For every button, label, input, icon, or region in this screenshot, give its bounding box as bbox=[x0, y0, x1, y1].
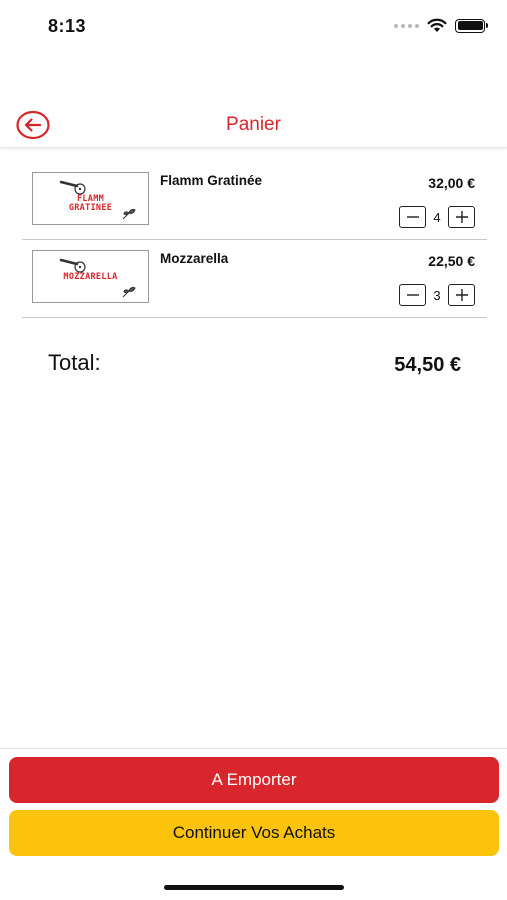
navigation-header: Panier bbox=[0, 100, 507, 148]
plus-icon bbox=[455, 289, 468, 301]
pizza-cutter-icon bbox=[59, 180, 86, 195]
cart-item: MOZZARELLA Mozzarella 22,50 € 3 bbox=[22, 240, 487, 318]
quantity-value: 4 bbox=[433, 209, 441, 225]
product-image-text: MOZZARELLA bbox=[63, 272, 118, 282]
cart-list: FLAMM GRATINEE Flamm Gratinée 32,00 € 4 bbox=[22, 162, 487, 318]
status-icons bbox=[394, 18, 488, 33]
product-image: MOZZARELLA bbox=[32, 250, 149, 303]
quantity-stepper: 4 bbox=[399, 206, 475, 228]
wifi-icon bbox=[427, 18, 447, 32]
pizza-cutter-icon bbox=[59, 258, 86, 273]
plus-icon bbox=[455, 211, 468, 223]
basil-leaf-icon bbox=[122, 208, 136, 220]
item-price: 22,50 € bbox=[428, 253, 475, 269]
home-indicator bbox=[164, 885, 344, 890]
increase-quantity-button[interactable] bbox=[448, 284, 475, 306]
basil-leaf-icon bbox=[122, 286, 136, 298]
item-price: 32,00 € bbox=[428, 175, 475, 191]
continue-shopping-button[interactable]: Continuer Vos Achats bbox=[9, 810, 499, 856]
cellular-dots-icon bbox=[394, 23, 419, 28]
status-bar: 8:13 bbox=[0, 0, 507, 50]
decrease-quantity-button[interactable] bbox=[399, 284, 426, 306]
battery-icon bbox=[455, 18, 488, 33]
total-value: 54,50 € bbox=[394, 354, 461, 376]
total-label: Total: bbox=[48, 350, 101, 375]
item-name: Flamm Gratinée bbox=[160, 173, 263, 188]
quantity-value: 3 bbox=[433, 287, 441, 303]
minus-icon bbox=[406, 294, 419, 296]
product-image: FLAMM GRATINEE bbox=[32, 172, 149, 225]
increase-quantity-button[interactable] bbox=[448, 206, 475, 228]
takeaway-button[interactable]: A Emporter bbox=[9, 757, 499, 803]
bottom-divider bbox=[0, 748, 507, 749]
decrease-quantity-button[interactable] bbox=[399, 206, 426, 228]
page-title: Panier bbox=[226, 114, 281, 135]
item-name: Mozzarella bbox=[160, 251, 229, 266]
status-time: 8:13 bbox=[48, 16, 87, 36]
cart-item: FLAMM GRATINEE Flamm Gratinée 32,00 € 4 bbox=[22, 162, 487, 240]
minus-icon bbox=[406, 216, 419, 218]
quantity-stepper: 3 bbox=[399, 284, 475, 306]
